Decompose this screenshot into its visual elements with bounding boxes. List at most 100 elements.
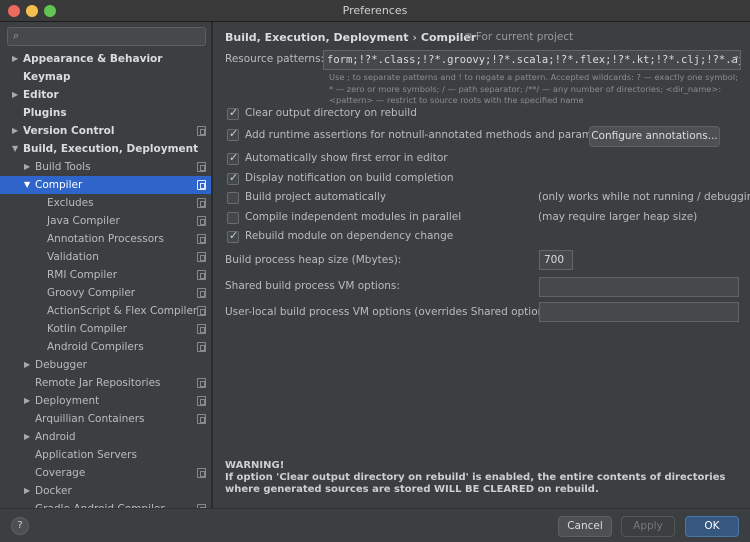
chevron-right-icon[interactable]: ▶: [24, 158, 30, 176]
rebuild-dependency-label: Rebuild module on dependency change: [245, 230, 454, 242]
tree-item-plugins[interactable]: Plugins: [0, 104, 211, 122]
tree-item-kotlin-compiler[interactable]: Kotlin Compiler: [0, 320, 211, 338]
tree-item-actionscript-flex-compiler[interactable]: ActionScript & Flex Compiler: [0, 302, 211, 320]
breadcrumb-parent[interactable]: Build, Execution, Deployment: [225, 31, 408, 44]
tree-item-gradle-android-compiler[interactable]: Gradle-Android Compiler: [0, 500, 211, 508]
tree-item-label: ActionScript & Flex Compiler: [47, 305, 198, 317]
resource-patterns-label: Resource patterns:: [225, 53, 325, 65]
chevron-right-icon[interactable]: ▶: [24, 428, 30, 446]
window-title: Preferences: [342, 4, 408, 17]
project-level-icon: [197, 252, 206, 262]
resource-patterns-value: form;!?*.class;!?*.groovy;!?*.scala;!?*.…: [327, 54, 741, 66]
title-bar: Preferences: [0, 0, 750, 22]
show-first-error-checkbox[interactable]: [227, 151, 239, 165]
chevron-right-icon[interactable]: ▶: [12, 86, 18, 104]
runtime-assertions-label: Add runtime assertions for notnull-annot…: [245, 129, 619, 141]
user-vm-options-input[interactable]: [539, 302, 739, 322]
tree-item-groovy-compiler[interactable]: Groovy Compiler: [0, 284, 211, 302]
project-level-icon: [197, 126, 206, 136]
tree-item-annotation-processors[interactable]: Annotation Processors: [0, 230, 211, 248]
chevron-down-icon[interactable]: ▼: [12, 140, 18, 158]
parallel-compile-label: Compile independent modules in parallel: [245, 211, 462, 223]
tree-item-label: Application Servers: [35, 449, 137, 461]
tree-item-label: Android Compilers: [47, 341, 144, 353]
tree-item-appearance-behavior[interactable]: ▶ Appearance & Behavior: [0, 50, 211, 68]
tree-item-excludes[interactable]: Excludes: [0, 194, 211, 212]
settings-search-input[interactable]: ⌕: [7, 27, 206, 46]
build-automatically-label: Build project automatically: [245, 191, 387, 203]
shared-vm-options-label: Shared build process VM options:: [225, 280, 400, 292]
chevron-right-icon[interactable]: ▶: [24, 392, 30, 410]
project-level-icon: [197, 306, 206, 316]
parallel-compile-note: (may require larger heap size): [538, 211, 698, 223]
ok-button[interactable]: OK: [685, 516, 739, 537]
project-level-icon: [197, 180, 206, 190]
resource-patterns-hint: Use ; to separate patterns and ! to nega…: [329, 72, 738, 105]
apply-button[interactable]: Apply: [621, 516, 675, 537]
build-automatically-note: (only works while not running / debuggin…: [538, 191, 750, 203]
rebuild-dependency-checkbox[interactable]: [227, 229, 239, 243]
tree-item-remote-jar-repositories[interactable]: Remote Jar Repositories: [0, 374, 211, 392]
tree-item-label: Java Compiler: [47, 215, 120, 227]
tree-item-docker[interactable]: ▶ Docker: [0, 482, 211, 500]
project-level-icon: [197, 378, 206, 388]
tree-item-android[interactable]: ▶ Android: [0, 428, 211, 446]
breadcrumb: Build, Execution, Deployment › Compiler: [225, 31, 476, 44]
configure-annotations-button[interactable]: Configure annotations...: [589, 126, 720, 147]
breadcrumb-separator: ›: [412, 31, 417, 44]
warning-message: WARNING! If option 'Clear output directo…: [225, 460, 745, 496]
project-level-icon: [197, 414, 206, 424]
tree-item-label: Build, Execution, Deployment: [23, 143, 199, 155]
tree-item-compiler[interactable]: ▼ Compiler: [0, 176, 211, 194]
project-level-icon: [197, 468, 206, 478]
project-level-icon: [197, 270, 206, 280]
tree-item-rmi-compiler[interactable]: RMI Compiler: [0, 266, 211, 284]
tree-item-build-execution-deployment[interactable]: ▼ Build, Execution, Deployment: [0, 140, 211, 158]
settings-sidebar: ⌕ ▶ Appearance & Behavior Keymap ▶ Editor Plu…: [0, 22, 212, 508]
chevron-right-icon[interactable]: ▶: [12, 122, 18, 140]
help-button[interactable]: ?: [11, 517, 29, 535]
heap-size-label: Build process heap size (Mbytes):: [225, 254, 402, 266]
chevron-right-icon[interactable]: ▶: [24, 482, 30, 500]
clear-output-checkbox[interactable]: [227, 106, 239, 120]
tree-item-label: Version Control: [23, 125, 115, 137]
tree-item-coverage[interactable]: Coverage: [0, 464, 211, 482]
runtime-assertions-checkbox[interactable]: [227, 127, 239, 141]
tree-item-version-control[interactable]: ▶ Version Control: [0, 122, 211, 140]
resource-patterns-input[interactable]: form;!?*.class;!?*.groovy;!?*.scala;!?*.…: [323, 50, 741, 70]
compiler-settings-panel: Build, Execution, Deployment › Compiler ⧉ …: [213, 22, 750, 508]
tree-item-label: Gradle-Android Compiler: [35, 500, 165, 508]
tree-item-android-compilers[interactable]: Android Compilers: [0, 338, 211, 356]
tree-item-arquillian-containers[interactable]: Arquillian Containers: [0, 410, 211, 428]
shared-vm-options-input[interactable]: [539, 277, 739, 297]
parallel-compile-checkbox[interactable]: [227, 212, 239, 224]
tree-item-keymap[interactable]: Keymap: [0, 68, 211, 86]
tree-item-validation[interactable]: Validation: [0, 248, 211, 266]
build-notification-checkbox[interactable]: [227, 171, 239, 185]
warning-text: If option 'Clear output directory on reb…: [225, 472, 726, 495]
tree-item-debugger[interactable]: ▶ Debugger: [0, 356, 211, 374]
build-automatically-checkbox[interactable]: [227, 192, 239, 204]
chevron-down-icon[interactable]: ▼: [24, 176, 30, 194]
tree-item-editor[interactable]: ▶ Editor: [0, 86, 211, 104]
clear-output-label: Clear output directory on rebuild: [245, 107, 417, 119]
chevron-right-icon[interactable]: ▶: [12, 50, 18, 68]
tree-item-label: RMI Compiler: [47, 269, 118, 281]
project-level-icon: [197, 342, 206, 352]
tree-item-label: Validation: [47, 251, 99, 263]
heap-size-input[interactable]: 700: [539, 250, 573, 270]
tree-item-application-servers[interactable]: Application Servers: [0, 446, 211, 464]
tree-item-label: Keymap: [23, 71, 71, 83]
tree-item-label: Annotation Processors: [47, 233, 164, 245]
chevron-right-icon[interactable]: ▶: [24, 356, 30, 374]
warning-title: WARNING!: [225, 460, 285, 471]
tree-item-label: Excludes: [47, 197, 94, 209]
expand-icon[interactable]: ⤢: [731, 51, 738, 69]
cancel-button[interactable]: Cancel: [558, 516, 612, 537]
tree-item-build-tools[interactable]: ▶ Build Tools: [0, 158, 211, 176]
project-level-icon: [197, 324, 206, 334]
tree-item-label: Plugins: [23, 107, 67, 119]
tree-item-label: Compiler: [35, 179, 83, 191]
tree-item-java-compiler[interactable]: Java Compiler: [0, 212, 211, 230]
tree-item-deployment[interactable]: ▶ Deployment: [0, 392, 211, 410]
